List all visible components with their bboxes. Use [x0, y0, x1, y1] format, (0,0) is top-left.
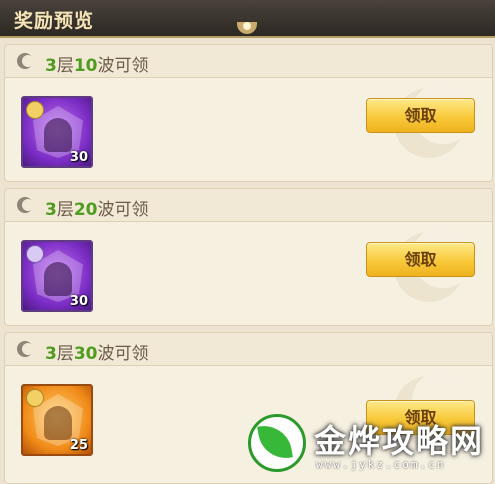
- floor-number: 3: [45, 200, 57, 220]
- reward-header: 3层10波可领: [5, 45, 492, 78]
- item-quantity: 25: [69, 438, 88, 453]
- floor-number: 3: [45, 56, 57, 76]
- sun-badge-icon: [26, 101, 44, 119]
- ornament-icon: [237, 22, 257, 34]
- floor-number: 3: [45, 344, 57, 364]
- claim-button[interactable]: 领取: [366, 242, 475, 277]
- floor-label: 层: [56, 56, 74, 76]
- character-silhouette-icon: [44, 118, 72, 152]
- reward-condition: 3层20波可领: [45, 195, 149, 220]
- reward-card: 3层20波可领 30 领取: [4, 188, 493, 326]
- moon-badge-icon: [26, 245, 44, 263]
- reward-card: 3层10波可领 30 领取: [4, 44, 493, 182]
- reward-body: 30 领取: [5, 222, 492, 325]
- wave-number: 30: [73, 344, 98, 364]
- page-title: 奖励预览: [14, 10, 95, 32]
- condition-suffix: 波可领: [97, 200, 149, 220]
- floor-label: 层: [56, 344, 74, 364]
- reward-item[interactable]: 30: [21, 96, 93, 168]
- watermark-brand: 金烨攻略网: [314, 422, 485, 460]
- sun-badge-icon: [26, 389, 44, 407]
- claim-button[interactable]: 领取: [366, 98, 475, 133]
- site-watermark: 金烨攻略网 www.jykz.com.cn: [240, 406, 495, 480]
- condition-suffix: 波可领: [97, 344, 149, 364]
- character-silhouette-icon: [44, 406, 72, 440]
- reward-body: 30 领取: [5, 78, 492, 181]
- floor-label: 层: [56, 200, 74, 220]
- watermark-url: www.jykz.com.cn: [316, 458, 446, 471]
- item-quantity: 30: [69, 294, 88, 309]
- condition-suffix: 波可领: [97, 56, 149, 76]
- reward-condition: 3层10波可领: [45, 51, 149, 76]
- moon-icon: [17, 341, 34, 357]
- wave-number: 10: [73, 56, 98, 76]
- item-quantity: 30: [69, 150, 88, 165]
- moon-icon: [17, 197, 34, 213]
- reward-condition: 3层30波可领: [45, 339, 149, 364]
- wave-number: 20: [73, 200, 98, 220]
- reward-header: 3层20波可领: [5, 189, 492, 222]
- character-silhouette-icon: [44, 262, 72, 296]
- moon-icon: [17, 53, 34, 69]
- reward-header: 3层30波可领: [5, 333, 492, 366]
- top-bar: 奖励预览: [0, 0, 495, 38]
- reward-item[interactable]: 25: [21, 384, 93, 456]
- reward-item[interactable]: 30: [21, 240, 93, 312]
